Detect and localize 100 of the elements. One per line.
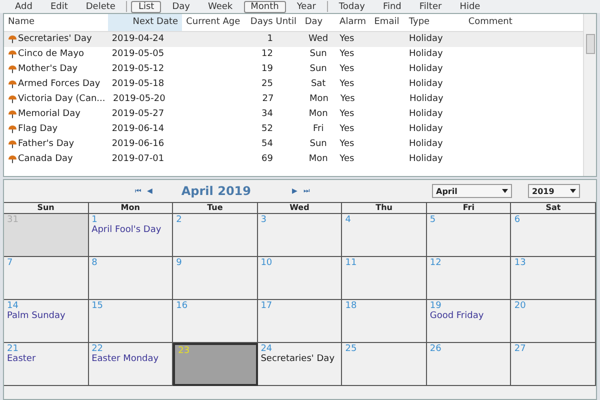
table-row[interactable]: Victoria Day (Can... 2019-05-20 27 Mon Yes Holiday [4, 92, 583, 107]
toolbar-button[interactable]: Month [244, 0, 286, 12]
table-cell-text: Yes [340, 138, 354, 151]
column-header[interactable]: Email [370, 14, 405, 31]
table-row[interactable]: Secretaries' Day 2019-04-24 1 Wed Yes Holiday [4, 32, 583, 47]
table-cell-text: 1 [267, 33, 273, 46]
table-cell-text: 69 [262, 153, 273, 166]
table-row[interactable]: Father's Day 2019-06-16 54 Sun Yes Holiday [4, 137, 583, 152]
day-cell[interactable]: 1 April Fool's Day [88, 214, 174, 257]
day-number: 1 [92, 215, 98, 225]
day-number: 3 [260, 215, 266, 225]
month-dropdown[interactable]: April [432, 184, 512, 198]
table-cell-text: Holiday [409, 138, 443, 151]
year-dropdown[interactable]: 2019 [528, 184, 580, 198]
table-cell-text: Father's Day [18, 138, 74, 151]
table-cell-text: Holiday [409, 123, 443, 136]
column-header[interactable]: Days Until [246, 14, 301, 31]
column-header[interactable]: Comment [464, 14, 583, 31]
table-cell-text: Cinco de Mayo [18, 48, 84, 61]
day-number: 2 [176, 215, 182, 225]
toolbar-button[interactable]: Hide [452, 0, 488, 12]
table-cell-text: Mother's Day [18, 63, 78, 76]
table-cell-text: Mon [310, 93, 329, 106]
day-number: 16 [176, 301, 188, 311]
umbrella-icon [8, 155, 17, 164]
day-number: 25 [345, 344, 357, 354]
table-cell-text: Mon [308, 153, 328, 166]
column-header[interactable]: Day [300, 14, 336, 31]
day-number: 26 [430, 344, 442, 354]
toolbar-button[interactable]: Edit [43, 0, 75, 12]
column-header[interactable]: Name [4, 14, 108, 31]
toolbar-button[interactable]: Find [376, 0, 408, 12]
calendar-event[interactable]: Good Friday [430, 311, 484, 321]
table-row[interactable]: Cinco de Mayo 2019-05-05 12 Sun Yes Holiday [4, 47, 583, 62]
toolbar-button[interactable]: Add [8, 0, 40, 12]
toolbar-button[interactable]: Year [290, 0, 323, 12]
day-number: 12 [430, 258, 442, 268]
table-cell-text: Fri [312, 123, 324, 136]
column-header[interactable]: Current Age [182, 14, 246, 31]
umbrella-icon [8, 125, 17, 134]
table-cell-text: Armed Forces Day [18, 78, 100, 91]
day-number: 4 [345, 215, 352, 225]
table-row[interactable]: Mother's Day 2019-05-12 19 Sun Yes Holiday [4, 62, 583, 77]
table-row[interactable]: Flag Day 2019-06-14 52 Fri Yes Holiday [4, 122, 583, 137]
table-cell-text: Holiday [409, 153, 443, 166]
toolbar-button[interactable]: Today [332, 0, 372, 12]
day-cell[interactable]: 22 Easter Monday [88, 343, 174, 386]
table-cell-text: 25 [262, 78, 273, 91]
day-cell[interactable]: 14 Palm Sunday [4, 300, 89, 343]
umbrella-icon [8, 110, 17, 119]
day-number: 22 [92, 344, 104, 354]
table-cell-text: Sun [310, 63, 327, 76]
umbrella-icon [8, 80, 17, 89]
day-number: 11 [345, 258, 357, 268]
calendar-event[interactable]: Palm Sunday [7, 311, 66, 321]
column-header[interactable]: Next Date [108, 14, 182, 31]
table-row[interactable]: Canada Day 2019-07-01 69 Mon Yes Holiday [4, 152, 583, 167]
day-number: 21 [7, 344, 18, 354]
toolbar-button[interactable]: List [131, 0, 162, 12]
table-cell-text: Victoria Day (Can... [18, 93, 106, 106]
table-cell-text: 2019-05-12 [112, 63, 164, 76]
table-cell-text: Holiday [409, 48, 443, 61]
calendar-event[interactable]: Secretaries' Day [260, 354, 335, 364]
table-cell-text: 2019-05-20 [113, 93, 166, 106]
day-number: 8 [92, 258, 98, 268]
table-cell-text: Holiday [410, 93, 444, 106]
column-header[interactable]: Type [404, 14, 464, 31]
table-cell-text: Yes [340, 63, 354, 76]
table-cell-text: Yes [340, 93, 355, 106]
table-cell-text: Sun [310, 138, 327, 151]
table-cell-text: Sat [310, 78, 326, 91]
table-cell-text: 2019-06-16 [112, 138, 164, 151]
table-cell-text: Yes [340, 108, 354, 121]
toolbar-button[interactable]: Week [200, 0, 240, 12]
umbrella-icon [8, 140, 17, 149]
calendar-event[interactable]: April Fool's Day [92, 225, 162, 235]
table-cell-text: Yes [340, 123, 354, 136]
table-cell-text: 2019-04-24 [112, 33, 164, 46]
toolbar-button[interactable]: Filter [412, 0, 449, 12]
table-cell-text: 2019-07-01 [112, 153, 164, 166]
table-cell-text: Yes [340, 78, 354, 91]
day-cell[interactable]: 19 Good Friday [426, 300, 512, 343]
table-row[interactable]: Armed Forces Day 2019-05-18 25 Sat Yes Holiday [4, 77, 583, 92]
table-cell-text: 27 [262, 93, 274, 106]
toolbar-button[interactable]: Day [165, 0, 197, 12]
day-number: 19 [430, 301, 442, 311]
table-cell-text: Yes [340, 48, 354, 61]
day-cell[interactable]: 24 Secretaries' Day [258, 343, 342, 386]
day-number: 18 [345, 301, 357, 311]
table-cell-text: 52 [262, 123, 273, 136]
table-cell-text: Wed [308, 33, 328, 46]
column-header[interactable]: Alarm [336, 14, 370, 31]
day-cell[interactable]: 21 Easter [4, 343, 89, 386]
dropdown-caret-icon [502, 189, 508, 193]
toolbar-button[interactable]: Delete [78, 0, 122, 12]
day-number: 17 [260, 301, 272, 311]
table-row[interactable]: Memorial Day 2019-05-27 34 Mon Yes Holiday [4, 107, 583, 122]
calendar-event[interactable]: Easter [7, 354, 36, 364]
scrollbar[interactable] [583, 14, 596, 176]
calendar-event[interactable]: Easter Monday [92, 354, 159, 364]
